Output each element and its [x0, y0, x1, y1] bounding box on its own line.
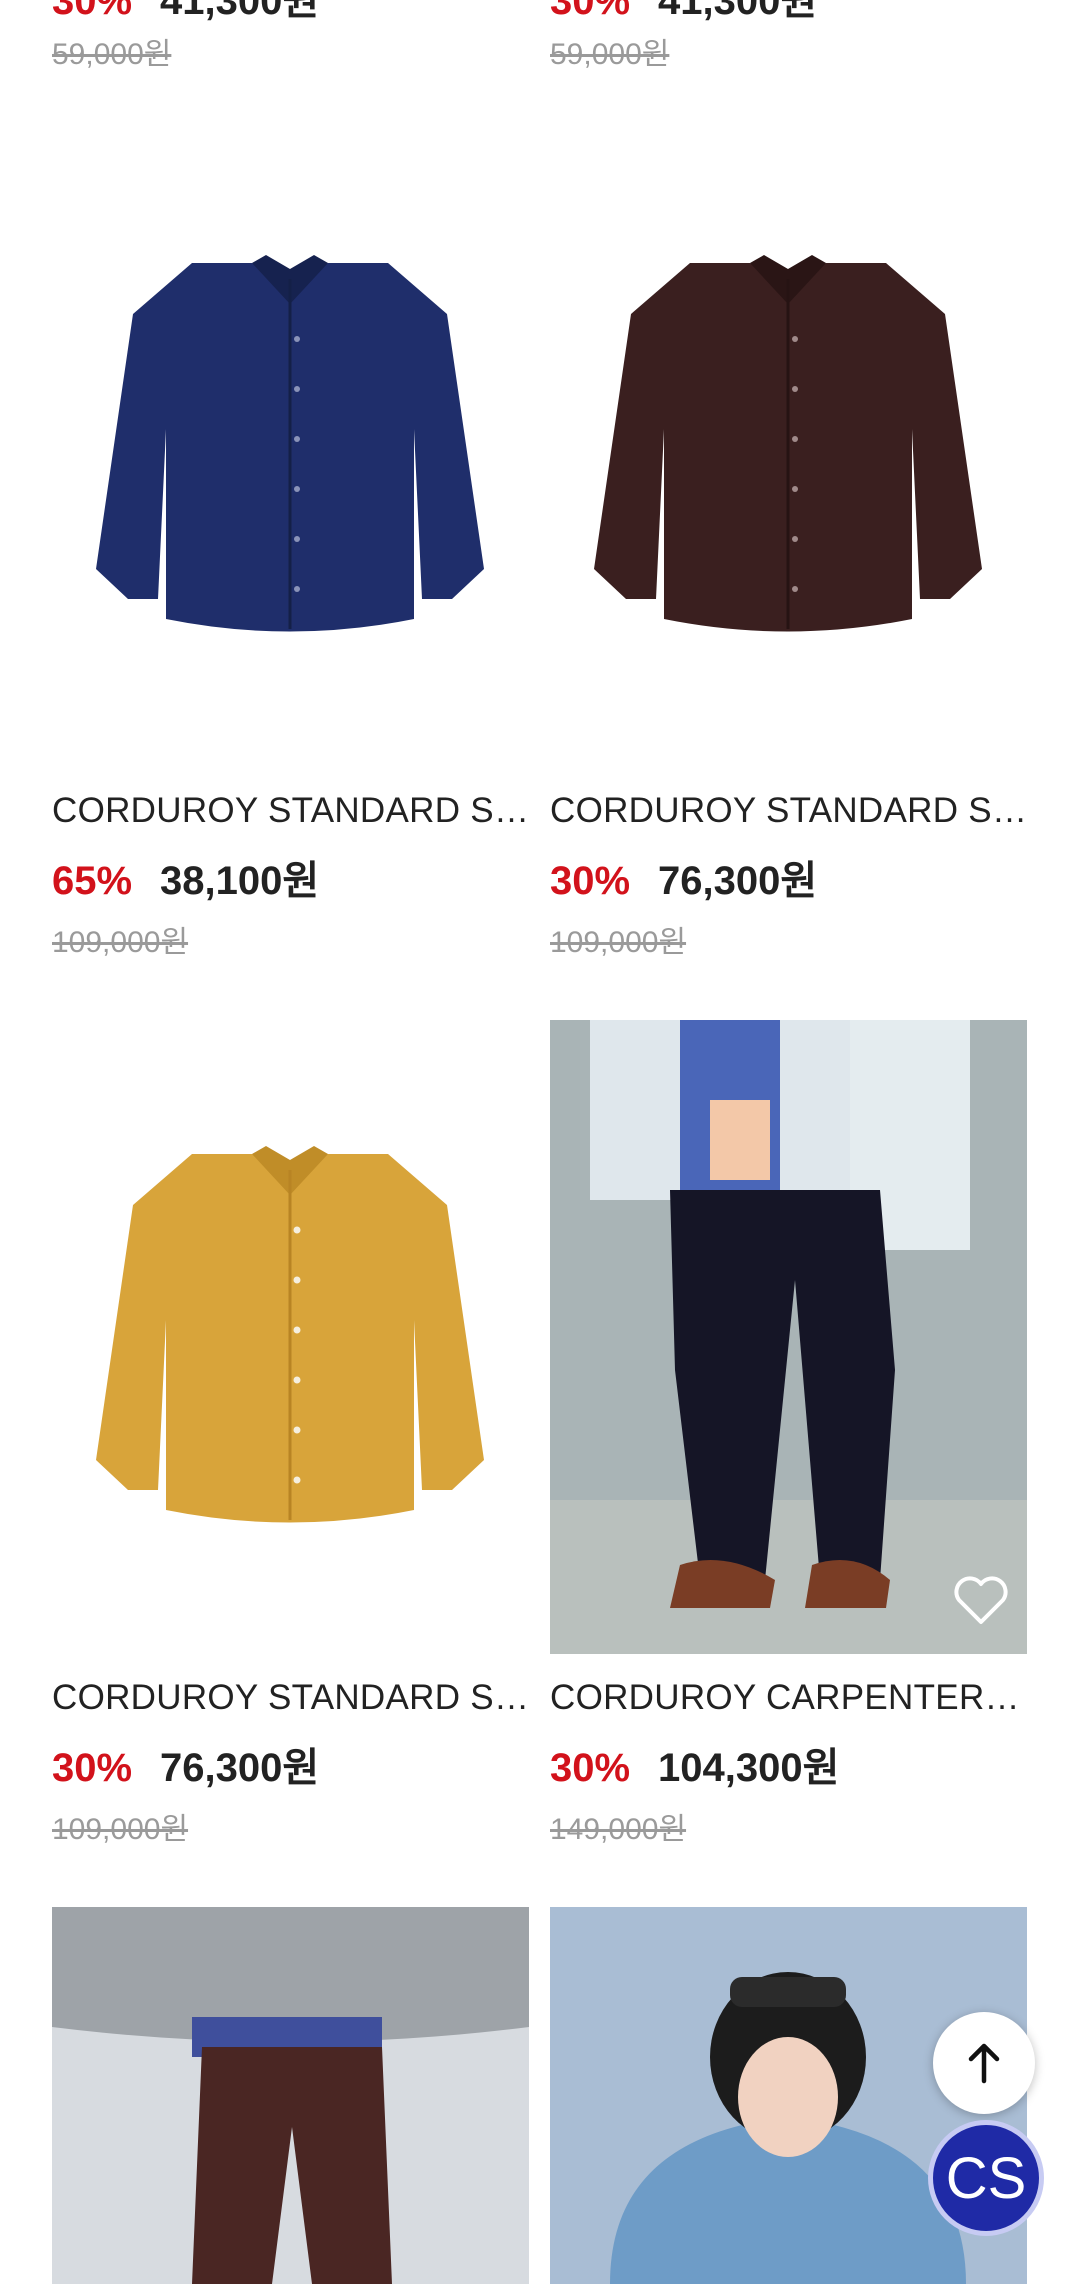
fleece-photo — [52, 1907, 529, 2284]
product-image[interactable] — [52, 129, 529, 763]
product-image[interactable] — [550, 129, 1027, 763]
shirt-image — [96, 255, 484, 632]
product-name[interactable]: CORDUROY CARPENTER P... — [550, 1676, 1027, 1720]
product-original-price: 109,000원 — [550, 926, 687, 959]
product-price: 104,300원 — [658, 1746, 840, 1790]
product-price: 41,300원 — [160, 0, 320, 23]
heart-icon[interactable] — [953, 1576, 1009, 1626]
product-discount: 30% — [550, 859, 631, 903]
product-discount: 30% — [52, 0, 133, 23]
product-price: 38,100원 — [160, 859, 320, 903]
shirt-image — [594, 255, 982, 632]
product-price: 41,300원 — [658, 0, 818, 23]
product-original-price: 109,000원 — [52, 1813, 189, 1846]
product-discount: 30% — [550, 1746, 631, 1790]
product-discount: 30% — [550, 0, 631, 23]
product-name[interactable]: CORDUROY STANDARD SH... — [550, 789, 1027, 833]
product-name[interactable]: CORDUROY STANDARD SH... — [52, 1676, 529, 1720]
product-name[interactable]: CORDUROY STANDARD SH... — [52, 789, 529, 833]
scroll-top-button[interactable] — [933, 2012, 1035, 2114]
product-original-price: 59,000원 — [550, 38, 670, 71]
product-original-price: 149,000원 — [550, 1813, 687, 1846]
product-discount: 30% — [52, 1746, 133, 1790]
product-price: 76,300원 — [658, 859, 818, 903]
shirt-image — [96, 1146, 484, 1523]
product-original-price: 109,000원 — [52, 926, 189, 959]
product-image[interactable] — [550, 1020, 1027, 1654]
product-image[interactable] — [52, 1907, 529, 2284]
product-image[interactable] — [52, 1020, 529, 1654]
pants-photo — [550, 1020, 1027, 1654]
product-price: 76,300원 — [160, 1746, 320, 1790]
cs-button[interactable]: CS — [928, 2120, 1044, 2236]
product-original-price: 59,000원 — [52, 38, 172, 71]
product-discount: 65% — [52, 859, 133, 903]
arrow-up-icon — [968, 2043, 1000, 2084]
